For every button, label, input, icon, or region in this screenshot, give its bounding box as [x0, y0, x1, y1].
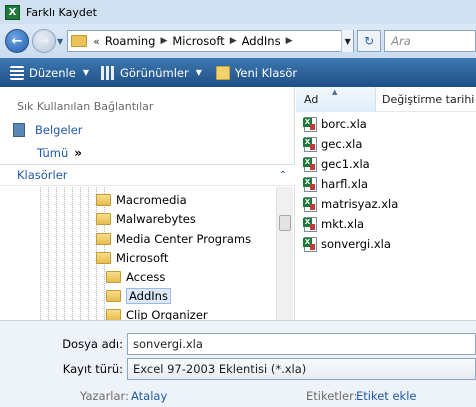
scrollbar-thumb[interactable] — [279, 215, 291, 231]
excel-addin-file-icon — [303, 216, 317, 232]
folder-icon — [96, 251, 111, 264]
file-item[interactable]: matrisyaz.xla — [296, 194, 476, 214]
tree-item-malwarebytes[interactable]: Malwarebytes — [96, 209, 196, 228]
sort-ascending-icon: ▲ — [332, 87, 338, 96]
new-folder-label: Yeni Klasör — [234, 65, 298, 80]
folder-icon — [106, 308, 121, 320]
authors-label: Yazarlar: — [80, 389, 129, 403]
address-dropdown-icon[interactable]: ▼ — [341, 30, 354, 52]
tags-label: Etiketler: — [306, 389, 358, 403]
file-item[interactable]: sonvergi.xla — [296, 234, 476, 254]
chevron-right-icon[interactable]: ▶ — [160, 36, 167, 46]
column-headers: ▲ Ad Değiştirme tarihi — [296, 86, 476, 112]
tree-item-microsoft[interactable]: Microsoft — [96, 248, 168, 267]
navigation-pane: Sık Kullanılan Bağlantılar Belgeler Tümü… — [0, 87, 295, 320]
title-bar: X Farklı Kaydet — [0, 0, 476, 24]
chevron-right-icon[interactable]: ▶ — [286, 36, 293, 46]
overflow-chevron[interactable]: « — [93, 35, 100, 48]
chevron-down-icon: ▼ — [82, 68, 89, 77]
folder-icon — [106, 270, 121, 283]
folder-tree: Macromedia Malwarebytes Media Center Pro… — [0, 187, 276, 320]
organize-button[interactable]: Düzenle ▼ — [10, 62, 89, 84]
filename-input[interactable]: sonvergi.xla — [127, 333, 476, 355]
more-label: Tümü — [37, 146, 69, 160]
breadcrumb-microsoft[interactable]: Microsoft — [172, 34, 224, 48]
folder-icon — [71, 35, 88, 47]
address-bar[interactable]: « Roaming ▶ Microsoft ▶ AddIns ▶ ▼ — [67, 30, 355, 52]
new-folder-icon — [215, 65, 230, 80]
breadcrumb-roaming[interactable]: Roaming — [105, 34, 156, 48]
column-header-date-modified[interactable]: Değiştirme tarihi — [376, 93, 474, 106]
folders-header[interactable]: Klasörler ⌃ — [0, 164, 295, 186]
open-folder-icon — [106, 289, 121, 302]
authors-value[interactable]: Atalay — [131, 389, 167, 403]
favorite-link-documents[interactable]: Belgeler — [13, 123, 83, 137]
excel-addin-file-icon — [303, 136, 317, 152]
metadata-row: Yazarlar: Atalay Etiketler: Etiket ekle — [0, 389, 476, 405]
search-input[interactable]: Ara — [384, 30, 476, 52]
tags-value[interactable]: Etiket ekle — [356, 389, 416, 403]
file-list: borc.xla gec.xla gec1.xla harfl.xla matr… — [296, 114, 476, 254]
filename-row: Dosya adı: sonvergi.xla — [0, 333, 476, 355]
chevron-down-icon: ▼ — [195, 68, 202, 77]
recent-pages-icon[interactable]: ▼ — [57, 37, 63, 46]
chevron-double-right-icon: » — [74, 146, 82, 160]
file-list-pane: ▲ Ad Değiştirme tarihi borc.xla gec.xla … — [296, 86, 476, 320]
excel-addin-file-icon — [303, 196, 317, 212]
file-item[interactable]: harfl.xla — [296, 174, 476, 194]
views-icon — [100, 65, 115, 80]
file-item[interactable]: gec1.xla — [296, 154, 476, 174]
forward-button[interactable]: → — [32, 29, 56, 53]
column-header-name[interactable]: ▲ Ad — [296, 86, 376, 112]
favorite-link-label: Belgeler — [35, 123, 83, 137]
new-folder-button[interactable]: Yeni Klasör — [215, 62, 298, 84]
chevron-right-icon[interactable]: ▶ — [230, 36, 237, 46]
file-item[interactable]: borc.xla — [296, 114, 476, 134]
views-button[interactable]: Görünümler ▼ — [100, 62, 202, 84]
toolbar: Düzenle ▼ Görünümler ▼ Yeni Klasör — [0, 58, 476, 87]
tree-item-addins[interactable]: AddIns — [106, 286, 171, 305]
breadcrumb-addins[interactable]: AddIns — [242, 34, 281, 48]
filename-label: Dosya adı: — [62, 337, 123, 351]
back-button[interactable]: ← — [5, 29, 29, 53]
address-row: ← → ▼ « Roaming ▶ Microsoft ▶ AddIns ▶ ▼… — [0, 24, 476, 58]
folders-label: Klasörler — [17, 168, 68, 182]
folder-icon — [96, 232, 111, 245]
file-item[interactable]: gec.xla — [296, 134, 476, 154]
excel-addin-file-icon — [303, 116, 317, 132]
refresh-button[interactable]: ↻ — [357, 30, 382, 52]
tree-item-clip-organizer[interactable]: Clip Organizer — [106, 305, 208, 320]
folder-icon — [96, 212, 111, 225]
views-label: Görünümler — [119, 65, 189, 80]
filetype-label: Kayıt türü: — [62, 362, 123, 376]
tree-item-macromedia[interactable]: Macromedia — [96, 190, 187, 209]
filetype-select[interactable]: Excel 97-2003 Eklentisi (*.xla) — [127, 358, 476, 380]
organize-icon — [10, 65, 24, 80]
window-title: Farklı Kaydet — [26, 5, 97, 19]
tree-item-media-center-programs[interactable]: Media Center Programs — [96, 229, 251, 248]
tree-item-access[interactable]: Access — [106, 267, 165, 286]
folder-icon — [96, 193, 111, 206]
excel-addin-file-icon — [303, 236, 317, 252]
file-item[interactable]: mkt.xla — [296, 214, 476, 234]
tree-scrollbar[interactable] — [276, 187, 293, 320]
excel-addin-file-icon — [303, 176, 317, 192]
excel-addin-file-icon — [303, 156, 317, 172]
organize-label: Düzenle — [29, 65, 76, 80]
chevron-up-icon[interactable]: ⌃ — [279, 170, 287, 181]
documents-icon — [13, 123, 25, 137]
favorite-links-header: Sık Kullanılan Bağlantılar — [17, 100, 154, 113]
filetype-row: Kayıt türü: Excel 97-2003 Eklentisi (*.x… — [0, 358, 476, 380]
excel-icon: X — [5, 4, 20, 20]
favorite-links-more[interactable]: Tümü » — [37, 146, 82, 160]
save-form: Dosya adı: sonvergi.xla Kayıt türü: Exce… — [0, 320, 476, 407]
